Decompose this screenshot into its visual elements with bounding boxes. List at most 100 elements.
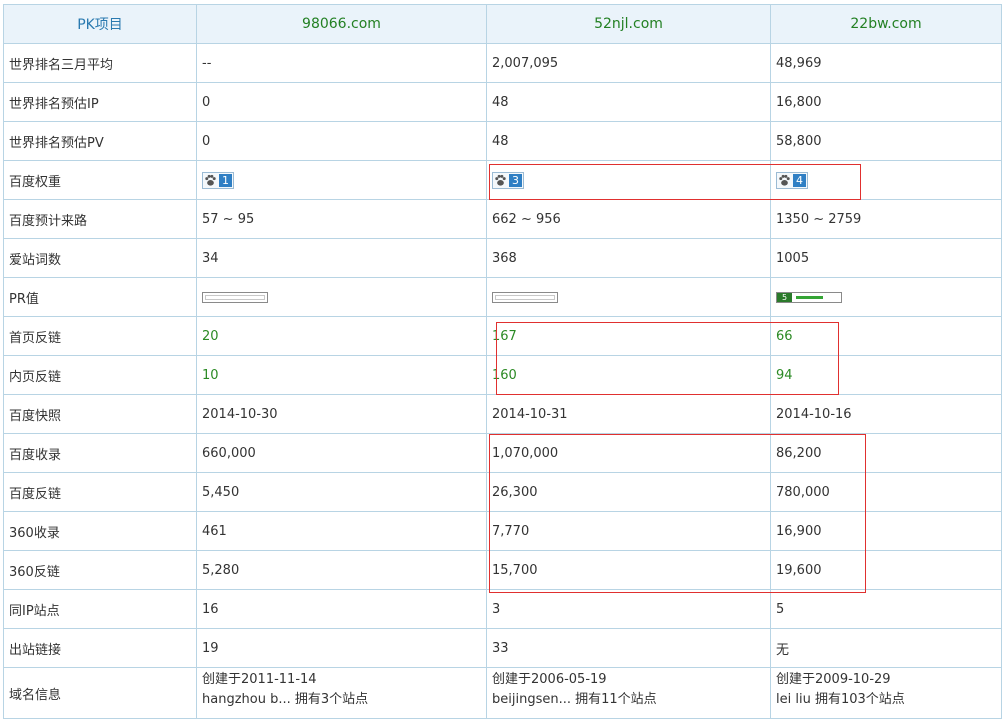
cell: 16,900 bbox=[770, 511, 1002, 551]
cell: 662 ~ 956 bbox=[486, 199, 771, 239]
cell: 34 bbox=[196, 238, 487, 278]
baidu-weight-badge[interactable]: 4 bbox=[776, 171, 808, 189]
cell: 1350 ~ 2759 bbox=[770, 199, 1002, 239]
row-label: 世界排名预估IP bbox=[3, 82, 197, 122]
cell: 3 bbox=[486, 589, 771, 629]
baidu-weight-value: 1 bbox=[219, 173, 232, 187]
row-label: 域名信息 bbox=[3, 667, 197, 719]
row-label: 百度快照 bbox=[3, 394, 197, 434]
row-label: 首页反链 bbox=[3, 316, 197, 356]
domain-owner[interactable]: hangzhou b... 拥有3个站点 bbox=[202, 690, 486, 710]
cell: 5 bbox=[770, 589, 1002, 629]
cell: 461 bbox=[196, 511, 487, 551]
table-row: 首页反链 20 167 66 bbox=[3, 316, 1002, 356]
table-row: 出站链接 19 33 无 bbox=[3, 628, 1002, 668]
header-site-2[interactable]: 52njl.com bbox=[486, 4, 771, 44]
cell: 1,070,000 bbox=[486, 433, 771, 473]
cell: 26,300 bbox=[486, 472, 771, 512]
cell: 5 bbox=[770, 277, 1002, 317]
baidu-weight-value: 3 bbox=[509, 173, 522, 187]
cell: 0 bbox=[196, 121, 487, 161]
cell: 5,450 bbox=[196, 472, 487, 512]
cell: 2014-10-30 bbox=[196, 394, 487, 434]
header-row: PK项目 98066.com 52njl.com 22bw.com bbox=[3, 4, 1002, 44]
table-row: 百度反链 5,450 26,300 780,000 bbox=[3, 472, 1002, 512]
cell bbox=[486, 277, 771, 317]
row-label: 世界排名预估PV bbox=[3, 121, 197, 161]
pagerank-bar: 5 bbox=[776, 291, 842, 303]
table-row: 360反链 5,280 15,700 19,600 bbox=[3, 550, 1002, 590]
table-row: 世界排名预估PV 0 48 58,800 bbox=[3, 121, 1002, 161]
cell: 33 bbox=[486, 628, 771, 668]
pagerank-bar bbox=[492, 291, 558, 303]
cell: 48 bbox=[486, 121, 771, 161]
header-site-3[interactable]: 22bw.com bbox=[770, 4, 1002, 44]
cell: 1005 bbox=[770, 238, 1002, 278]
cell-link[interactable]: 20 bbox=[196, 316, 487, 356]
cell-link[interactable]: 10 bbox=[196, 355, 487, 395]
cell: 无 bbox=[770, 628, 1002, 668]
baidu-paw-icon bbox=[495, 174, 506, 186]
cell: 48,969 bbox=[770, 43, 1002, 83]
table-row: 世界排名三月平均 -- 2,007,095 48,969 bbox=[3, 43, 1002, 83]
row-label: 内页反链 bbox=[3, 355, 197, 395]
cell: 15,700 bbox=[486, 550, 771, 590]
cell-link[interactable]: 66 bbox=[770, 316, 1002, 356]
cell-domain-info: 创建于2006-05-19 beijingsen... 拥有11个站点 bbox=[486, 667, 771, 719]
baidu-weight-badge[interactable]: 3 bbox=[492, 171, 524, 189]
cell: 368 bbox=[486, 238, 771, 278]
row-label: 世界排名三月平均 bbox=[3, 43, 197, 83]
domain-owner[interactable]: beijingsen... 拥有11个站点 bbox=[492, 690, 770, 710]
table-row-domain-info: 域名信息 创建于2011-11-14 hangzhou b... 拥有3个站点 … bbox=[3, 667, 1002, 719]
table-row: 爱站词数 34 368 1005 bbox=[3, 238, 1002, 278]
domain-created: 创建于2011-11-14 bbox=[202, 672, 317, 687]
table-row: 世界排名预估IP 0 48 16,800 bbox=[3, 82, 1002, 122]
cell: 0 bbox=[196, 82, 487, 122]
cell: 2014-10-31 bbox=[486, 394, 771, 434]
cell: 2,007,095 bbox=[486, 43, 771, 83]
row-label: 百度收录 bbox=[3, 433, 197, 473]
cell: 7,770 bbox=[486, 511, 771, 551]
cell-link[interactable]: 160 bbox=[486, 355, 771, 395]
table-row: 同IP站点 16 3 5 bbox=[3, 589, 1002, 629]
cell: 4 bbox=[770, 160, 1002, 200]
row-label: 爱站词数 bbox=[3, 238, 197, 278]
cell: -- bbox=[196, 43, 487, 83]
row-label: 360收录 bbox=[3, 511, 197, 551]
table-row: 百度预计来路 57 ~ 95 662 ~ 956 1350 ~ 2759 bbox=[3, 199, 1002, 239]
cell: 3 bbox=[486, 160, 771, 200]
table-row: PR值 5 bbox=[3, 277, 1002, 317]
row-label: 360反链 bbox=[3, 550, 197, 590]
cell: 1 bbox=[196, 160, 487, 200]
cell: 19 bbox=[196, 628, 487, 668]
domain-created: 创建于2009-10-29 bbox=[776, 672, 891, 687]
cell-link[interactable]: 94 bbox=[770, 355, 1002, 395]
cell: 58,800 bbox=[770, 121, 1002, 161]
cell: 780,000 bbox=[770, 472, 1002, 512]
table-row: 360收录 461 7,770 16,900 bbox=[3, 511, 1002, 551]
cell: 48 bbox=[486, 82, 771, 122]
pagerank-bar bbox=[202, 291, 268, 303]
domain-owner[interactable]: lei liu 拥有103个站点 bbox=[776, 690, 1001, 710]
cell: 16,800 bbox=[770, 82, 1002, 122]
pagerank-fill bbox=[796, 295, 823, 299]
header-pk-item: PK项目 bbox=[3, 4, 197, 44]
cell: 19,600 bbox=[770, 550, 1002, 590]
cell: 660,000 bbox=[196, 433, 487, 473]
pk-comparison-table: PK项目 98066.com 52njl.com 22bw.com 世界排名三月… bbox=[3, 4, 1002, 719]
row-label: 百度预计来路 bbox=[3, 199, 197, 239]
header-site-1[interactable]: 98066.com bbox=[196, 4, 487, 44]
cell-domain-info: 创建于2011-11-14 hangzhou b... 拥有3个站点 bbox=[196, 667, 487, 719]
row-label: 出站链接 bbox=[3, 628, 197, 668]
row-label: 百度反链 bbox=[3, 472, 197, 512]
cell: 16 bbox=[196, 589, 487, 629]
cell: 2014-10-16 bbox=[770, 394, 1002, 434]
table-row: 内页反链 10 160 94 bbox=[3, 355, 1002, 395]
row-label: PR值 bbox=[3, 277, 197, 317]
baidu-weight-badge[interactable]: 1 bbox=[202, 171, 234, 189]
baidu-paw-icon bbox=[779, 174, 790, 186]
cell-link[interactable]: 167 bbox=[486, 316, 771, 356]
table-row: 百度快照 2014-10-30 2014-10-31 2014-10-16 bbox=[3, 394, 1002, 434]
cell: 86,200 bbox=[770, 433, 1002, 473]
cell: 57 ~ 95 bbox=[196, 199, 487, 239]
